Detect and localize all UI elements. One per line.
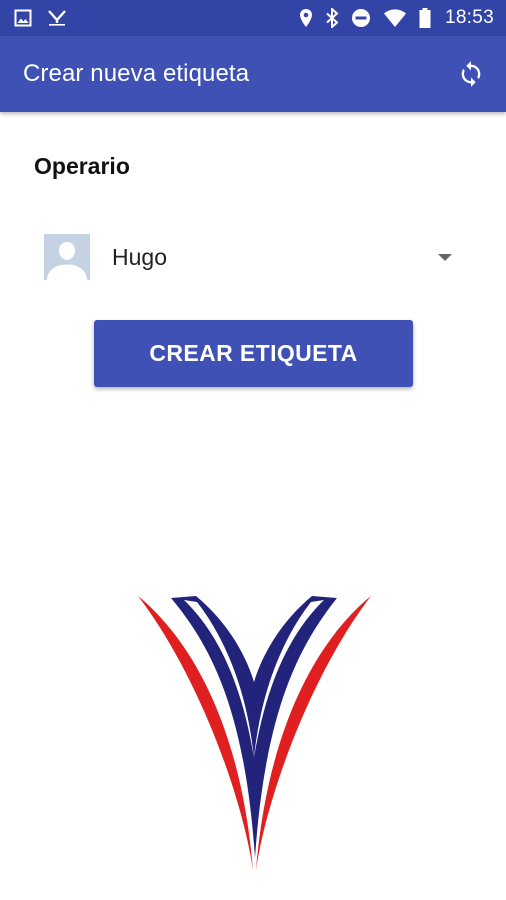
do-not-disturb-icon [351,8,371,28]
wifi-icon [383,8,407,28]
status-bar: 18:53 [0,0,506,36]
bluetooth-icon [325,8,339,28]
company-logo [138,596,371,870]
logo-navy-chevron [171,596,337,858]
app-bar: Crear nueva etiqueta [0,36,506,112]
status-bar-left [14,8,68,28]
logo-red-left-stroke [138,596,253,870]
clock-time: 18:53 [444,7,494,28]
create-label-button[interactable]: CREAR ETIQUETA [94,320,413,387]
refresh-icon [461,61,481,87]
page-title: Crear nueva etiqueta [23,60,250,87]
operator-dropdown[interactable]: Hugo [34,226,466,288]
avatar-placeholder-icon [44,234,90,280]
operator-selected-value: Hugo [112,243,167,270]
dropdown-caret-icon [438,253,452,261]
image-icon [14,8,32,28]
operator-label: Operario [34,153,130,179]
battery-icon [419,8,431,28]
logo-red-right-stroke [256,596,371,870]
status-bar-right: 18:53 [299,7,494,29]
refresh-button[interactable] [454,57,488,91]
location-icon [299,8,313,28]
app-notification-icon [46,8,68,28]
